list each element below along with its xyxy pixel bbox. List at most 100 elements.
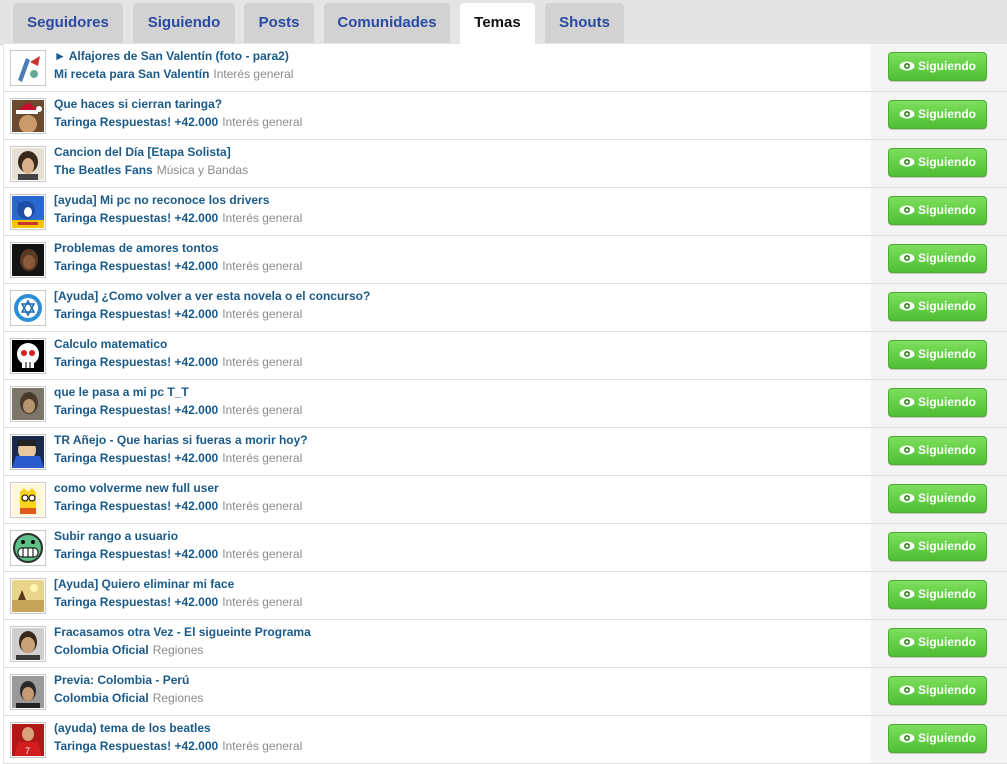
following-button[interactable]: Siguiendo [888, 676, 987, 705]
following-button[interactable]: Siguiendo [888, 532, 987, 561]
topic-meta: Taringa Respuestas! +42.000 Interés gener… [54, 499, 302, 513]
following-button[interactable]: Siguiendo [888, 388, 987, 417]
topic-info: Subir rango a usuario Taringa Respuestas!… [3, 524, 872, 571]
following-button[interactable]: Siguiendo [888, 724, 987, 753]
yellow-cartoon-avatar[interactable] [10, 482, 46, 518]
community-link[interactable]: Taringa Respuestas! +42.000 [54, 259, 218, 273]
topic-row: Previa: Colombia - Perú Colombia Oficial R… [3, 668, 1007, 716]
dark-portrait-avatar[interactable] [10, 242, 46, 278]
blue-character-avatar[interactable] [10, 434, 46, 470]
grinning-face-avatar[interactable] [10, 530, 46, 566]
follow-cell: Siguiendo [871, 44, 1007, 91]
topic-title-link[interactable]: [Ayuda] Quiero eliminar mi face [54, 577, 234, 591]
topic-title-link[interactable]: [Ayuda] ¿Como volver a ver esta novela o… [54, 289, 370, 303]
beatle-photo-avatar[interactable] [10, 146, 46, 182]
tab-temas[interactable]: Temas [460, 3, 535, 45]
topic-info: 7 (ayuda) tema de los beatles Taringa Resp… [3, 716, 872, 763]
following-button[interactable]: Siguiendo [888, 148, 987, 177]
following-button-label: Siguiendo [918, 587, 976, 601]
topic-info: [ayuda] Mi pc no reconoce los drivers Tar… [3, 188, 872, 235]
community-link[interactable]: Taringa Respuestas! +42.000 [54, 355, 218, 369]
category-label: Interés general [222, 259, 303, 273]
follow-cell: Siguiendo [871, 332, 1007, 379]
topic-row: Problemas de amores tontos Taringa Respue… [3, 236, 1007, 284]
skull-avatar[interactable] [10, 338, 46, 374]
following-button[interactable]: Siguiendo [888, 436, 987, 465]
topic-row: Fracasamos otra Vez - El sigueinte Progr… [3, 620, 1007, 668]
community-link[interactable]: The Beatles Fans [54, 163, 153, 177]
man-portrait-avatar[interactable] [10, 626, 46, 662]
community-link[interactable]: Colombia Oficial [54, 643, 149, 657]
following-button[interactable]: Siguiendo [888, 484, 987, 513]
red-jersey-avatar[interactable]: 7 [10, 722, 46, 758]
topic-row: 7 (ayuda) tema de los beatles Taringa Resp… [3, 716, 1007, 764]
topic-title-link[interactable]: TR Añejo - Que harias si fueras a morir … [54, 433, 308, 447]
topic-row: [ayuda] Mi pc no reconoce los drivers Tar… [3, 188, 1007, 236]
following-button[interactable]: Siguiendo [888, 340, 987, 369]
community-link[interactable]: Taringa Respuestas! +42.000 [54, 499, 218, 513]
blue-star-flag-avatar[interactable] [10, 290, 46, 326]
topic-title-link[interactable]: Subir rango a usuario [54, 529, 178, 543]
topic-row: TR Añejo - Que harias si fueras a morir … [3, 428, 1007, 476]
santa-hat-avatar[interactable] [10, 98, 46, 134]
following-button-label: Siguiendo [918, 203, 976, 217]
category-label: Interés general [222, 355, 303, 369]
community-link[interactable]: Taringa Respuestas! +42.000 [54, 403, 218, 417]
pencil-figure-avatar[interactable] [10, 50, 46, 86]
following-button[interactable]: Siguiendo [888, 628, 987, 657]
following-button-label: Siguiendo [918, 443, 976, 457]
category-label: Interés general [222, 307, 303, 321]
following-button[interactable]: Siguiendo [888, 244, 987, 273]
eye-icon [899, 59, 918, 73]
topic-title-link[interactable]: Problemas de amores tontos [54, 241, 219, 255]
community-link[interactable]: Taringa Respuestas! +42.000 [54, 211, 218, 225]
community-link[interactable]: Colombia Oficial [54, 691, 149, 705]
topic-title-link[interactable]: (ayuda) tema de los beatles [54, 721, 211, 735]
eye-icon [899, 107, 918, 121]
young-man-portrait-avatar[interactable] [10, 674, 46, 710]
following-button[interactable]: Siguiendo [888, 52, 987, 81]
follow-cell: Siguiendo [871, 524, 1007, 571]
topic-title-link[interactable]: Previa: Colombia - Perú [54, 673, 189, 687]
topic-title-link[interactable]: Que haces si cierran taringa? [54, 97, 222, 111]
topic-title-link[interactable]: Cancion del Día [Etapa Solista] [54, 145, 231, 159]
topic-info: Que haces si cierran taringa? Taringa Res… [3, 92, 872, 139]
community-link[interactable]: Taringa Respuestas! +42.000 [54, 115, 218, 129]
following-button[interactable]: Siguiendo [888, 196, 987, 225]
topic-row: Calculo matematico Taringa Respuestas! +4… [3, 332, 1007, 380]
topic-meta: Taringa Respuestas! +42.000 Interés gener… [54, 355, 302, 369]
following-button[interactable]: Siguiendo [888, 292, 987, 321]
following-button-label: Siguiendo [918, 539, 976, 553]
cartoon-hedgehog-avatar[interactable] [10, 194, 46, 230]
tab-posts[interactable]: Posts [244, 3, 314, 43]
topic-title-link[interactable]: ► Alfajores de San Valentín (foto - para… [54, 49, 289, 63]
community-link[interactable]: Taringa Respuestas! +42.000 [54, 307, 218, 321]
desert-scene-avatar[interactable] [10, 578, 46, 614]
face-photo-avatar[interactable] [10, 386, 46, 422]
eye-icon [899, 203, 918, 217]
eye-icon [899, 683, 918, 697]
follow-cell: Siguiendo [871, 284, 1007, 331]
topic-info: Previa: Colombia - Perú Colombia Oficial R… [3, 668, 872, 715]
topic-title-link[interactable]: como volverme new full user [54, 481, 219, 495]
follow-cell: Siguiendo [871, 716, 1007, 763]
topic-title-link[interactable]: que le pasa a mi pc T_T [54, 385, 189, 399]
tab-comunidades[interactable]: Comunidades [324, 3, 450, 43]
community-link[interactable]: Taringa Respuestas! +42.000 [54, 451, 218, 465]
following-button[interactable]: Siguiendo [888, 100, 987, 129]
following-button-label: Siguiendo [918, 59, 976, 73]
topic-title-link[interactable]: Fracasamos otra Vez - El sigueinte Progr… [54, 625, 311, 639]
community-link[interactable]: Mi receta para San Valentín [54, 67, 209, 81]
topic-meta: Taringa Respuestas! +42.000 Interés gener… [54, 403, 302, 417]
tab-shouts[interactable]: Shouts [545, 3, 624, 43]
tab-seguidores[interactable]: Seguidores [13, 3, 123, 43]
topic-title-link[interactable]: [ayuda] Mi pc no reconoce los drivers [54, 193, 269, 207]
community-link[interactable]: Taringa Respuestas! +42.000 [54, 595, 218, 609]
following-button-label: Siguiendo [918, 251, 976, 265]
topic-title-link[interactable]: Calculo matematico [54, 337, 167, 351]
community-link[interactable]: Taringa Respuestas! +42.000 [54, 547, 218, 561]
following-button[interactable]: Siguiendo [888, 580, 987, 609]
topic-row: [Ayuda] Quiero eliminar mi face Taringa R… [3, 572, 1007, 620]
community-link[interactable]: Taringa Respuestas! +42.000 [54, 739, 218, 753]
tab-siguiendo[interactable]: Siguiendo [133, 3, 235, 43]
